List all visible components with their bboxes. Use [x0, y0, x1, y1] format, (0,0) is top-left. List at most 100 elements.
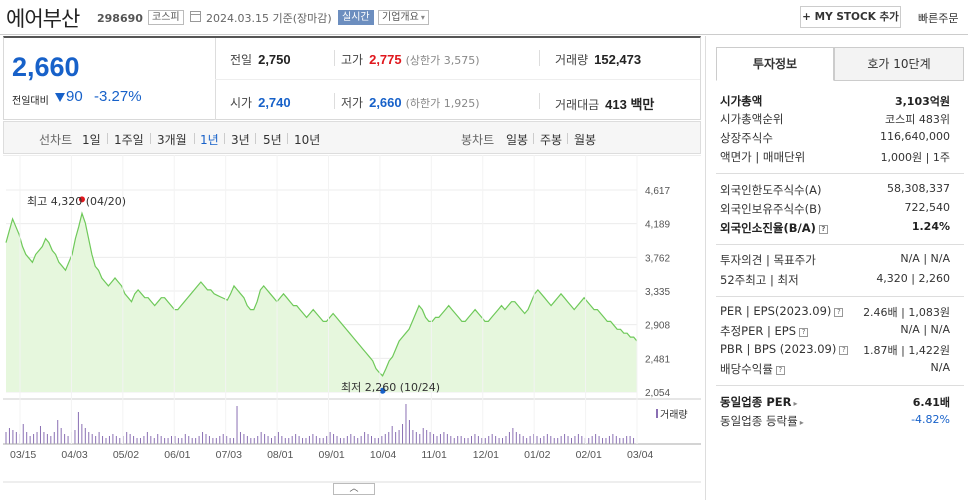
chart-period-bar: 선차트 1일 1주일 3개월 1년 3년 5년 10년 봉차트 일봉 주봉 월봉 — [3, 121, 701, 154]
info-value: 3,103억원 — [894, 95, 950, 108]
volume-value: 152,473 — [594, 52, 642, 67]
info-row: 배당수익률? N/A — [720, 361, 950, 380]
high-annotation: 최고 4,320 (04/20) — [27, 195, 127, 208]
fast-order-link[interactable]: 빠른주문 — [918, 10, 958, 26]
volume-label: 거래량 — [555, 53, 589, 67]
y-tick-label: 3,335 — [645, 287, 670, 298]
period-separator — [533, 133, 534, 144]
info-value: 722,540 — [904, 201, 951, 214]
cell-divider — [539, 50, 540, 66]
info-row: 투자의견 | 목표주가 N/A | N/A — [720, 252, 950, 271]
info-value: 6.41배 — [912, 396, 950, 409]
open-cell: 시가 2,740 — [230, 94, 291, 111]
candle-monthly[interactable]: 월봉 — [574, 131, 596, 148]
period-1y[interactable]: 1년 — [200, 131, 219, 148]
x-tick-label: 03/04 — [627, 449, 653, 461]
period-separator — [194, 133, 195, 144]
info-row: 시가총액 3,103억원 — [720, 93, 950, 112]
open-value: 2,740 — [258, 95, 291, 110]
lower-limit: (하한가 1,925) — [405, 97, 480, 110]
my-stock-add-button[interactable]: + MY STOCK 추가 — [800, 6, 901, 28]
x-tick-label: 10/04 — [370, 449, 396, 461]
info-value: 1,000원 | 1주 — [880, 151, 950, 164]
calendar-icon — [190, 11, 201, 22]
price-chart[interactable]: 4,617 4,189 3,762 3,335 2,908 2,481 2,054 03/15… — [3, 155, 701, 500]
info-icon[interactable]: ? — [818, 225, 828, 234]
info-value: 1.24% — [911, 220, 950, 233]
info-key: PBR | BPS (2023.09)? — [720, 342, 849, 356]
info-icon[interactable]: ? — [834, 308, 844, 317]
market-badge: 코스피 — [148, 10, 184, 25]
info-row[interactable]: 동일업종 등락률 ▸ -4.82% — [720, 413, 950, 432]
info-row[interactable]: 동일업종 PER ▸ 6.41배 — [720, 394, 950, 413]
price-change: 90 — [66, 88, 83, 105]
stock-header: 에어부산 298690 코스피 2024.03.15 기준(장마감) 실시간 기… — [0, 0, 968, 34]
period-separator — [287, 133, 288, 144]
candle-weekly[interactable]: 주봉 — [540, 131, 562, 148]
info-value: N/A | N/A — [900, 252, 950, 265]
tab-orderbook-10[interactable]: 호가 10단계 — [834, 47, 964, 81]
candle-daily[interactable]: 일봉 — [506, 131, 528, 148]
down-triangle-icon — [55, 93, 65, 102]
collapse-button[interactable]: ︿ — [333, 483, 375, 495]
info-icon[interactable]: ? — [775, 366, 785, 375]
x-tick-label: 06/01 — [164, 449, 190, 461]
info-row: 외국인소진율(B/A)? 1.24% — [720, 220, 950, 239]
change-label: 전일대비 — [12, 96, 49, 107]
info-value: 2.46배 | 1,083원 — [863, 306, 950, 319]
info-key: 동일업종 PER ▸ — [720, 394, 797, 410]
amount-value: 413 백만 — [605, 97, 655, 112]
info-value: 1.87배 | 1,422원 — [863, 344, 950, 357]
line-chart-label: 선차트 — [39, 133, 73, 147]
volume-legend: 거래량 — [656, 406, 688, 421]
info-row: 시가총액순위 코스피 483위 — [720, 111, 950, 130]
section-divider — [716, 296, 964, 297]
volume-legend-label: 거래량 — [660, 410, 688, 421]
period-separator — [567, 133, 568, 144]
info-row: PBR | BPS (2023.09)? 1.87배 | 1,422원 — [720, 342, 950, 361]
cell-divider — [539, 93, 540, 109]
info-key: 외국인보유주식수(B) — [720, 202, 822, 216]
info-icon[interactable]: ? — [839, 346, 849, 355]
high-value: 2,775 — [369, 52, 402, 67]
info-value: 코스피 483위 — [885, 113, 950, 126]
info-key: 액면가 | 매매단위 — [720, 150, 806, 164]
x-tick-label: 01/02 — [524, 449, 550, 461]
info-key: 투자의견 | 목표주가 — [720, 253, 816, 267]
high-cell: 고가 2,775 (상한가 3,575) — [341, 51, 480, 68]
open-label: 시가 — [230, 96, 253, 110]
price-area — [6, 213, 637, 392]
info-row: 외국인한도주식수(A) 58,308,337 — [720, 182, 950, 201]
x-tick-label: 09/01 — [319, 449, 345, 461]
info-key-text: 외국인소진율(B/A) — [720, 221, 816, 235]
y-tick-label: 2,054 — [645, 388, 670, 399]
info-value: 116,640,000 — [880, 130, 950, 143]
section-divider — [716, 244, 964, 245]
investment-info-panel: 투자정보 호가 10단계 시가총액 3,103억원 시가총액순위 코스피 483위 … — [705, 36, 968, 500]
info-value: N/A | N/A — [900, 323, 950, 336]
amount-cell: 거래대금 413 백만 — [555, 94, 654, 113]
period-1w[interactable]: 1주일 — [114, 131, 144, 148]
period-3y[interactable]: 3년 — [231, 131, 250, 148]
cell-divider — [334, 93, 335, 109]
info-icon[interactable]: ? — [799, 328, 809, 337]
section-divider — [716, 173, 964, 174]
period-3m[interactable]: 3개월 — [157, 131, 187, 148]
period-1d[interactable]: 1일 — [82, 131, 101, 148]
info-row: 액면가 | 매매단위 1,000원 | 1주 — [720, 149, 950, 168]
realtime-button[interactable]: 실시간 — [338, 10, 374, 25]
low-annotation: 최저 2,260 (10/24) — [341, 381, 441, 394]
chevron-down-icon: ▾ — [420, 13, 425, 22]
info-key: 시가총액 — [720, 94, 763, 108]
stock-name: 에어부산 — [6, 7, 80, 31]
info-value: 58,308,337 — [887, 182, 950, 195]
chevron-right-icon: ▸ — [799, 418, 804, 427]
info-row: 외국인보유주식수(B) 722,540 — [720, 201, 950, 220]
company-info-dropdown[interactable]: 기업개요 ▾ — [378, 10, 429, 25]
info-key-text: 동일업종 등락률 — [720, 414, 798, 428]
period-5y[interactable]: 5년 — [263, 131, 282, 148]
period-10y[interactable]: 10년 — [294, 131, 320, 148]
upper-limit: (상한가 3,575) — [405, 54, 480, 67]
high-label: 고가 — [341, 53, 364, 67]
tab-investment-info[interactable]: 투자정보 — [716, 47, 834, 81]
